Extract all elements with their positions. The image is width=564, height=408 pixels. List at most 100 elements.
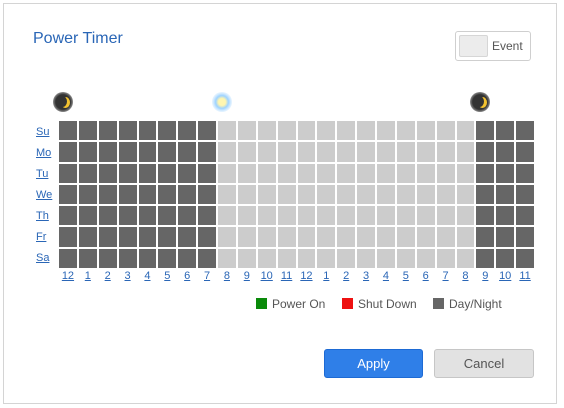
schedule-cell[interactable] (257, 121, 276, 141)
schedule-cell[interactable] (476, 121, 495, 141)
schedule-cell[interactable] (396, 206, 415, 226)
schedule-cell[interactable] (337, 121, 356, 141)
schedule-cell[interactable] (476, 142, 495, 162)
schedule-cell[interactable] (476, 248, 495, 268)
schedule-cell[interactable] (337, 142, 356, 162)
cancel-button[interactable]: Cancel (434, 349, 534, 378)
schedule-cell[interactable] (138, 142, 157, 162)
schedule-cell[interactable] (377, 142, 395, 162)
schedule-cell[interactable] (178, 248, 197, 268)
schedule-cell[interactable] (98, 248, 117, 268)
schedule-cell[interactable] (317, 163, 336, 183)
schedule-cell[interactable] (78, 163, 97, 183)
schedule-cell[interactable] (396, 163, 415, 183)
hour-label[interactable]: 5 (158, 270, 176, 284)
day-label-we[interactable]: We (36, 185, 58, 205)
schedule-cell[interactable] (59, 206, 77, 226)
schedule-cell[interactable] (396, 184, 415, 205)
schedule-cell[interactable] (496, 121, 515, 141)
schedule-cell[interactable] (237, 121, 256, 141)
schedule-cell[interactable] (98, 121, 117, 141)
schedule-cell[interactable] (436, 184, 455, 205)
apply-button[interactable]: Apply (324, 349, 423, 378)
schedule-cell[interactable] (516, 227, 534, 247)
schedule-cell[interactable] (237, 184, 256, 205)
schedule-cell[interactable] (277, 206, 296, 226)
schedule-cell[interactable] (59, 163, 77, 183)
schedule-cell[interactable] (297, 227, 316, 247)
schedule-cell[interactable] (78, 121, 97, 141)
schedule-cell[interactable] (198, 248, 216, 268)
schedule-cell[interactable] (257, 206, 276, 226)
schedule-cell[interactable] (436, 227, 455, 247)
schedule-cell[interactable] (416, 206, 435, 226)
schedule-cell[interactable] (436, 248, 455, 268)
schedule-cell[interactable] (436, 163, 455, 183)
schedule-cell[interactable] (377, 248, 395, 268)
schedule-cell[interactable] (476, 184, 495, 205)
schedule-cell[interactable] (98, 163, 117, 183)
hour-label[interactable]: 4 (139, 270, 157, 284)
schedule-cell[interactable] (158, 206, 177, 226)
schedule-cell[interactable] (317, 121, 336, 141)
schedule-cell[interactable] (178, 142, 197, 162)
schedule-cell[interactable] (237, 227, 256, 247)
schedule-cell[interactable] (198, 163, 216, 183)
hour-label[interactable]: 12 (59, 270, 77, 284)
day-label-tu[interactable]: Tu (36, 164, 58, 184)
day-label-su[interactable]: Su (36, 122, 58, 142)
schedule-cell[interactable] (436, 206, 455, 226)
hour-label[interactable]: 2 (337, 270, 355, 284)
schedule-cell[interactable] (436, 121, 455, 141)
schedule-cell[interactable] (59, 184, 77, 205)
schedule-cell[interactable] (416, 184, 435, 205)
schedule-cell[interactable] (178, 163, 197, 183)
schedule-cell[interactable] (456, 184, 475, 205)
schedule-cell[interactable] (337, 206, 356, 226)
schedule-cell[interactable] (496, 163, 515, 183)
schedule-cell[interactable] (317, 142, 336, 162)
schedule-cell[interactable] (337, 227, 356, 247)
day-label-mo[interactable]: Mo (36, 143, 58, 163)
schedule-cell[interactable] (317, 206, 336, 226)
schedule-cell[interactable] (78, 248, 97, 268)
schedule-cell[interactable] (78, 227, 97, 247)
schedule-cell[interactable] (138, 121, 157, 141)
schedule-cell[interactable] (237, 206, 256, 226)
schedule-cell[interactable] (357, 206, 375, 226)
schedule-cell[interactable] (118, 163, 137, 183)
schedule-cell[interactable] (416, 142, 435, 162)
schedule-cell[interactable] (118, 227, 137, 247)
hour-label[interactable]: 7 (198, 270, 216, 284)
schedule-cell[interactable] (218, 163, 236, 183)
schedule-cell[interactable] (178, 206, 197, 226)
schedule-cell[interactable] (158, 121, 177, 141)
schedule-cell[interactable] (456, 163, 475, 183)
hour-label[interactable]: 4 (377, 270, 395, 284)
schedule-cell[interactable] (118, 184, 137, 205)
hour-label[interactable]: 10 (496, 270, 514, 284)
schedule-cell[interactable] (436, 142, 455, 162)
schedule-cell[interactable] (277, 163, 296, 183)
schedule-cell[interactable] (516, 163, 534, 183)
schedule-cell[interactable] (158, 184, 177, 205)
schedule-cell[interactable] (59, 248, 77, 268)
schedule-cell[interactable] (118, 206, 137, 226)
hour-label[interactable]: 8 (218, 270, 236, 284)
schedule-cell[interactable] (178, 227, 197, 247)
schedule-cell[interactable] (78, 206, 97, 226)
schedule-cell[interactable] (218, 184, 236, 205)
schedule-cell[interactable] (138, 248, 157, 268)
schedule-cell[interactable] (297, 142, 316, 162)
hour-label[interactable]: 8 (457, 270, 475, 284)
hour-label[interactable]: 6 (417, 270, 435, 284)
schedule-cell[interactable] (158, 142, 177, 162)
schedule-cell[interactable] (337, 163, 356, 183)
schedule-cell[interactable] (198, 121, 216, 141)
schedule-cell[interactable] (138, 163, 157, 183)
schedule-cell[interactable] (357, 184, 375, 205)
schedule-cell[interactable] (138, 206, 157, 226)
schedule-cell[interactable] (357, 142, 375, 162)
schedule-cell[interactable] (118, 121, 137, 141)
hour-label[interactable]: 10 (258, 270, 276, 284)
